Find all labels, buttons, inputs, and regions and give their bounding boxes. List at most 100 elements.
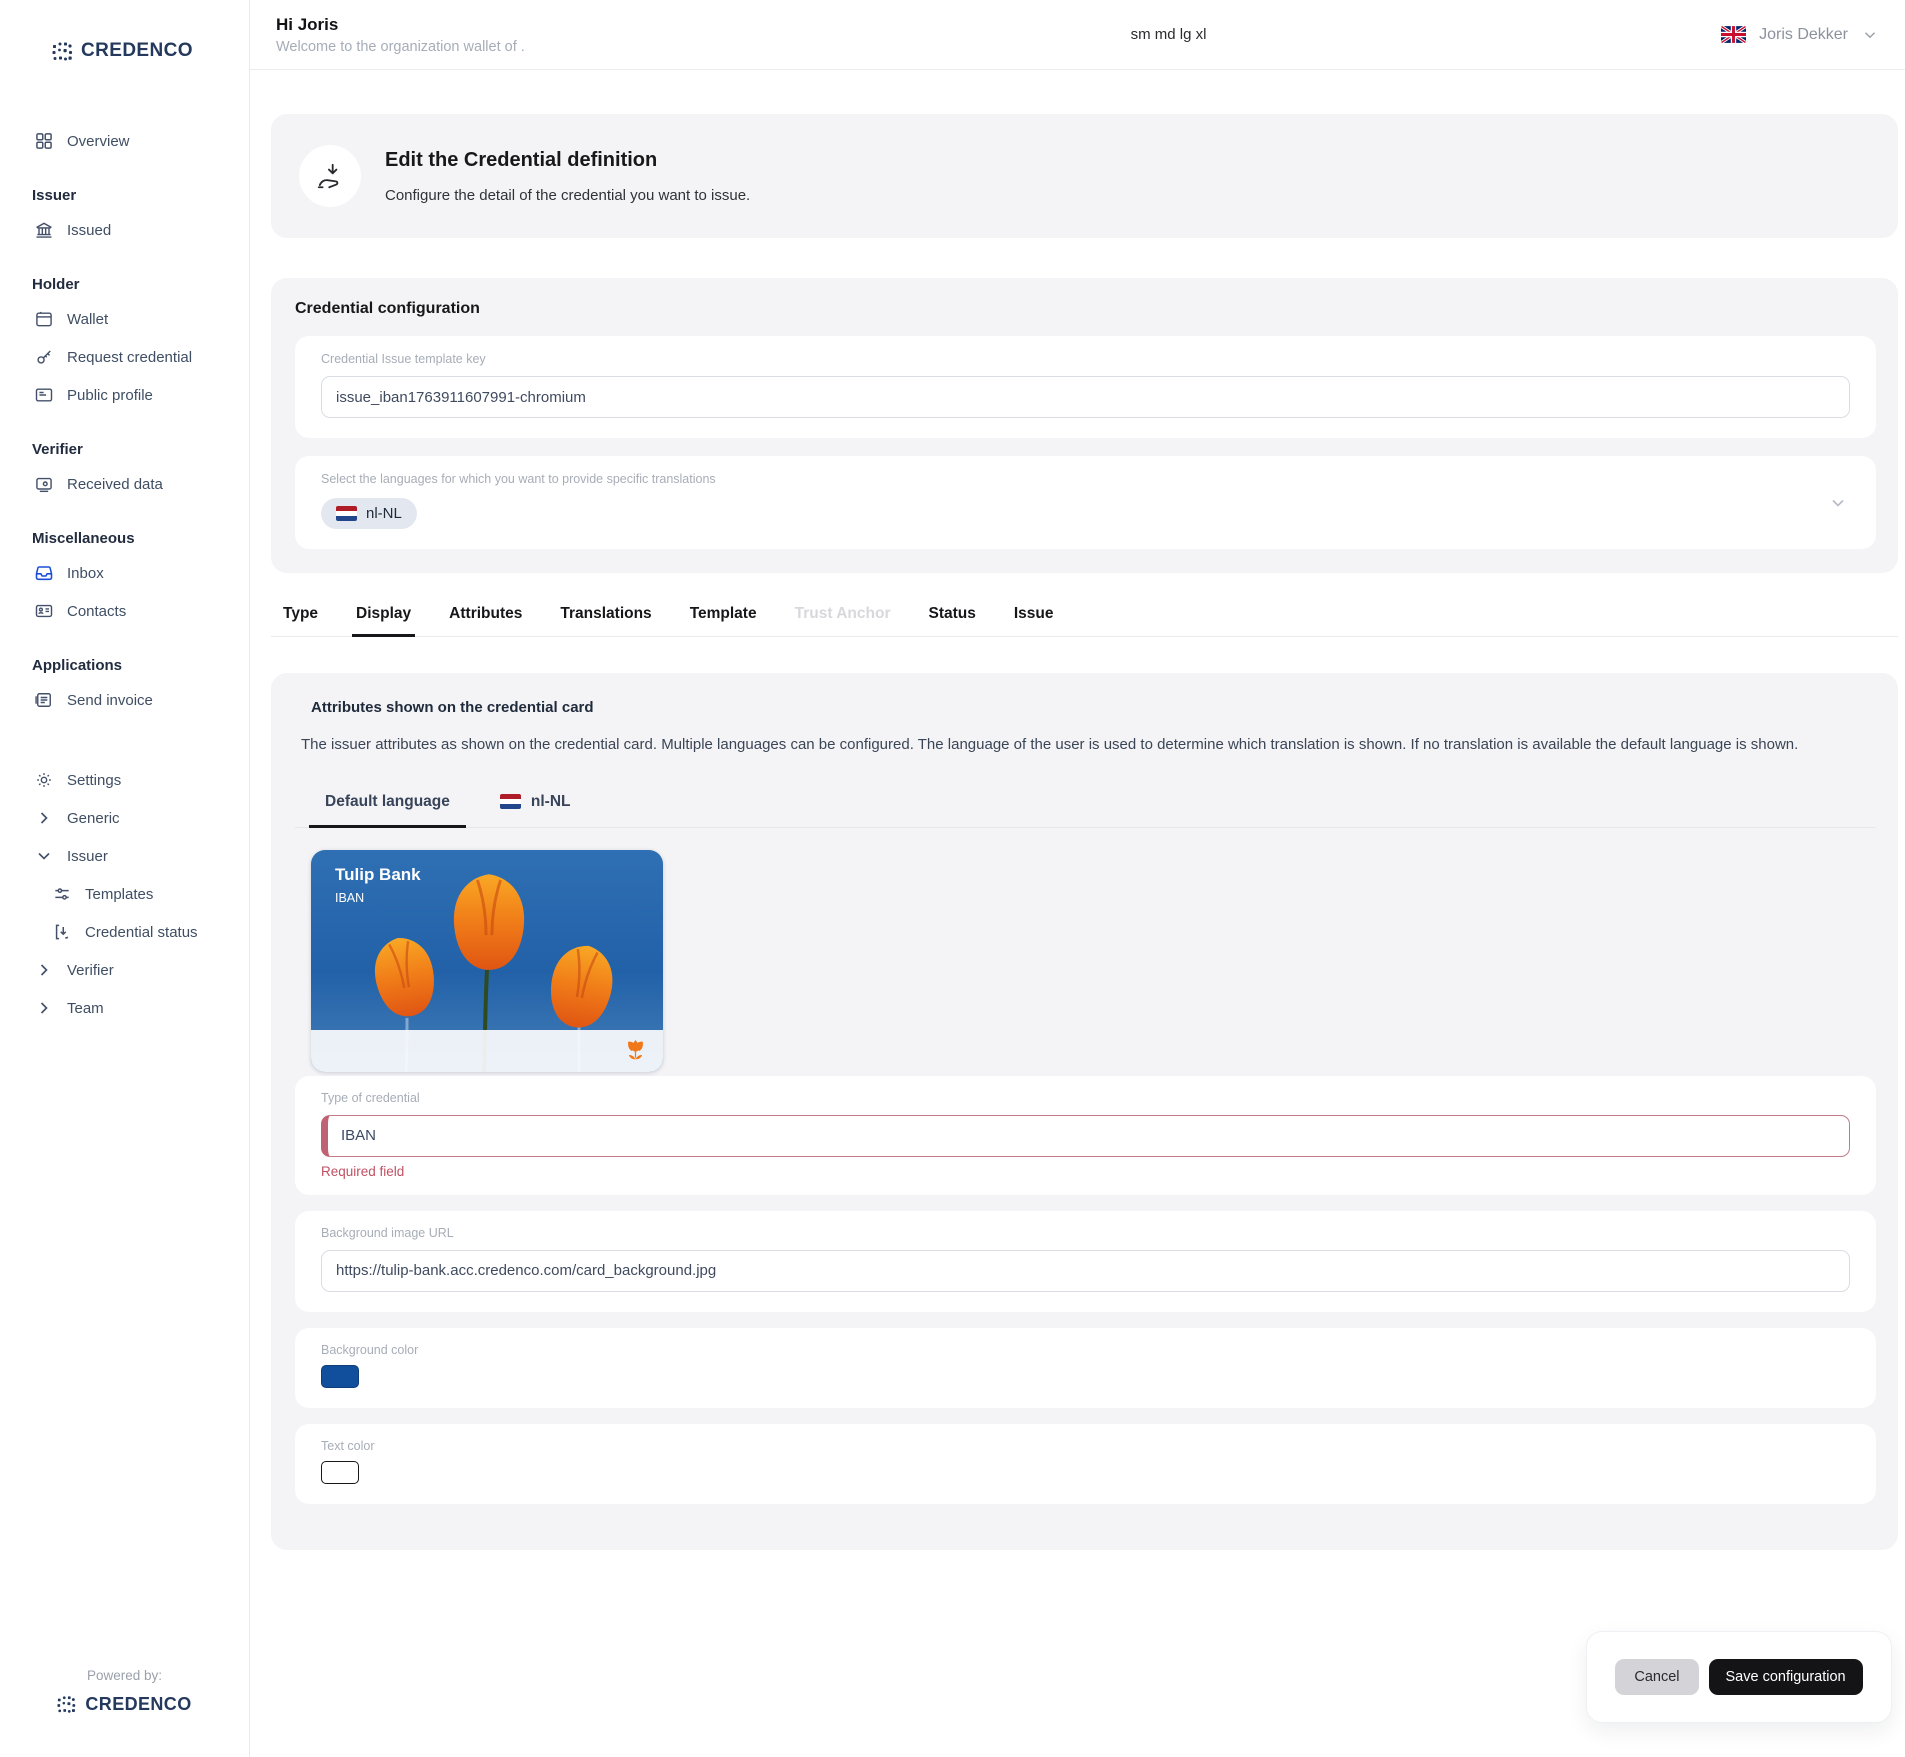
- chevron-down-icon: [34, 846, 54, 866]
- key-icon: [34, 347, 54, 367]
- logo-mark-icon: [57, 1695, 77, 1715]
- page-title: Edit the Credential definition: [385, 148, 658, 171]
- sidebar-item-credential-status[interactable]: Credential status: [0, 913, 249, 951]
- card-footer-strip: [311, 1029, 663, 1072]
- sidebar-item-generic[interactable]: Generic: [0, 799, 249, 837]
- language-chip-nl[interactable]: nl-NL: [321, 498, 417, 529]
- sidebar-item-received-data[interactable]: Received data: [0, 465, 249, 503]
- sidebar-item-contacts[interactable]: Contacts: [0, 592, 249, 630]
- logo-mark-icon: [52, 41, 73, 61]
- languages-select-card[interactable]: Select the languages for which you want …: [295, 456, 1876, 549]
- breakpoint-debug-text: sm md lg xl: [1130, 26, 1207, 43]
- tab-translations[interactable]: Translations: [559, 595, 652, 636]
- hero-icon-circle: [299, 145, 361, 207]
- tab-nl-nl[interactable]: nl-NL: [484, 780, 587, 827]
- page-content: Edit the Credential definition Configure…: [271, 70, 1898, 1550]
- sliders-icon: [52, 884, 72, 904]
- tab-type[interactable]: Type: [282, 595, 319, 636]
- sidebar-item-templates[interactable]: Templates: [0, 875, 249, 913]
- bank-icon: [34, 220, 54, 240]
- received-data-icon: [34, 474, 54, 494]
- chevron-down-icon[interactable]: [1861, 26, 1879, 44]
- wallet-icon: [34, 309, 54, 329]
- language-tab-label: Default language: [325, 792, 450, 810]
- cancel-button[interactable]: Cancel: [1615, 1659, 1699, 1695]
- contacts-icon: [34, 601, 54, 621]
- sidebar-item-label: Wallet: [67, 310, 109, 328]
- tab-attributes[interactable]: Attributes: [448, 595, 523, 636]
- sidebar-item-label: Verifier: [67, 961, 114, 979]
- sidebar-item-label: Issuer: [67, 847, 108, 865]
- text-color-card: Text color: [295, 1423, 1876, 1504]
- tab-template[interactable]: Template: [689, 595, 758, 636]
- sidebar-item-label: Contacts: [67, 602, 127, 620]
- template-key-input[interactable]: [321, 376, 1850, 418]
- panel-title: Attributes shown on the credential card: [311, 699, 594, 716]
- form-actions-card: Cancel Save configuration: [1586, 1631, 1892, 1723]
- sidebar-item-verifier-group[interactable]: Verifier: [0, 951, 249, 989]
- background-color-swatch[interactable]: [321, 1364, 359, 1388]
- sidebar-item-issued[interactable]: Issued: [0, 211, 249, 249]
- card-issuer-name: Tulip Bank: [335, 864, 421, 884]
- gear-icon: [34, 770, 54, 790]
- hero-text-block: Edit the Credential definition Configure…: [385, 149, 750, 204]
- panel-description: The issuer attributes as shown on the cr…: [301, 736, 1799, 753]
- sidebar-item-issuer-group[interactable]: Issuer: [0, 837, 249, 875]
- powered-by-label: Powered by:: [86, 1668, 163, 1683]
- sidebar-item-label: Credential status: [85, 923, 198, 941]
- type-of-credential-input[interactable]: [321, 1114, 1850, 1157]
- save-configuration-button[interactable]: Save configuration: [1708, 1659, 1863, 1695]
- chevron-right-icon: [34, 998, 54, 1018]
- background-color-label: Background color: [321, 1342, 419, 1357]
- user-name: Joris Dekker: [1759, 25, 1848, 43]
- page-subtitle: Configure the detail of the credential y…: [385, 186, 751, 204]
- sidebar-item-overview[interactable]: Overview: [0, 122, 249, 160]
- tulip-logo-icon: [622, 1037, 649, 1064]
- sidebar-item-label: Team: [67, 999, 104, 1017]
- sidebar-item-label: Issued: [67, 221, 112, 239]
- brand-logo: CREDENCO: [52, 40, 249, 62]
- sidebar-item-label: Request credential: [67, 348, 193, 366]
- display-panel: Attributes shown on the credential card …: [271, 673, 1898, 1550]
- invoice-icon: [34, 690, 54, 710]
- inbox-icon: [34, 563, 54, 583]
- chevron-right-icon: [34, 960, 54, 980]
- sidebar-item-inbox[interactable]: Inbox: [0, 554, 249, 592]
- uk-flag-icon[interactable]: [1721, 26, 1747, 43]
- card-credential-type: IBAN: [335, 890, 365, 905]
- languages-label: Select the languages for which you want …: [321, 472, 716, 486]
- section-title: Credential configuration: [295, 300, 480, 317]
- tab-default-language[interactable]: Default language: [309, 780, 466, 828]
- background-color-card: Background color: [295, 1327, 1876, 1408]
- credential-card-preview: Tulip Bank IBAN: [311, 849, 663, 1072]
- sidebar-item-label: Generic: [67, 809, 120, 827]
- grid-icon: [34, 131, 54, 151]
- sidebar-item-public-profile[interactable]: Public profile: [0, 376, 249, 414]
- credential-tabs: Type Display Attributes Translations Tem…: [271, 595, 1898, 637]
- tab-status[interactable]: Status: [927, 595, 976, 636]
- sidebar-item-settings[interactable]: Settings: [0, 761, 249, 799]
- main-area: Hi Joris Welcome to the organization wal…: [250, 0, 1905, 1757]
- template-key-field-card: Credential Issue template key: [295, 336, 1876, 438]
- template-key-label: Credential Issue template key: [321, 352, 486, 366]
- sidebar-nav: Overview Issuer Issued Holder Wallet Req…: [0, 122, 249, 1027]
- type-of-credential-card: Type of credential Required field: [295, 1075, 1876, 1195]
- sidebar-item-label: Public profile: [67, 386, 153, 404]
- topbar: Hi Joris Welcome to the organization wal…: [250, 0, 1905, 70]
- tab-issue[interactable]: Issue: [1013, 595, 1055, 636]
- text-color-swatch[interactable]: [321, 1460, 359, 1484]
- id-card-icon: [34, 385, 54, 405]
- background-image-url-input[interactable]: [321, 1249, 1850, 1292]
- status-icon: [52, 922, 72, 942]
- sidebar-section-verifier: Verifier: [32, 441, 83, 458]
- chevron-down-icon[interactable]: [1828, 493, 1848, 513]
- sidebar-item-label: Received data: [67, 475, 163, 493]
- user-menu[interactable]: Joris Dekker: [1721, 26, 1879, 44]
- hand-receive-icon: [315, 161, 345, 191]
- sidebar-item-wallet[interactable]: Wallet: [0, 300, 249, 338]
- tab-display[interactable]: Display: [352, 595, 416, 637]
- sidebar-item-send-invoice[interactable]: Send invoice: [0, 681, 249, 719]
- sidebar-item-team[interactable]: Team: [0, 989, 249, 1027]
- sidebar-item-request-credential[interactable]: Request credential: [0, 338, 249, 376]
- sidebar-section-applications: Applications: [32, 657, 123, 674]
